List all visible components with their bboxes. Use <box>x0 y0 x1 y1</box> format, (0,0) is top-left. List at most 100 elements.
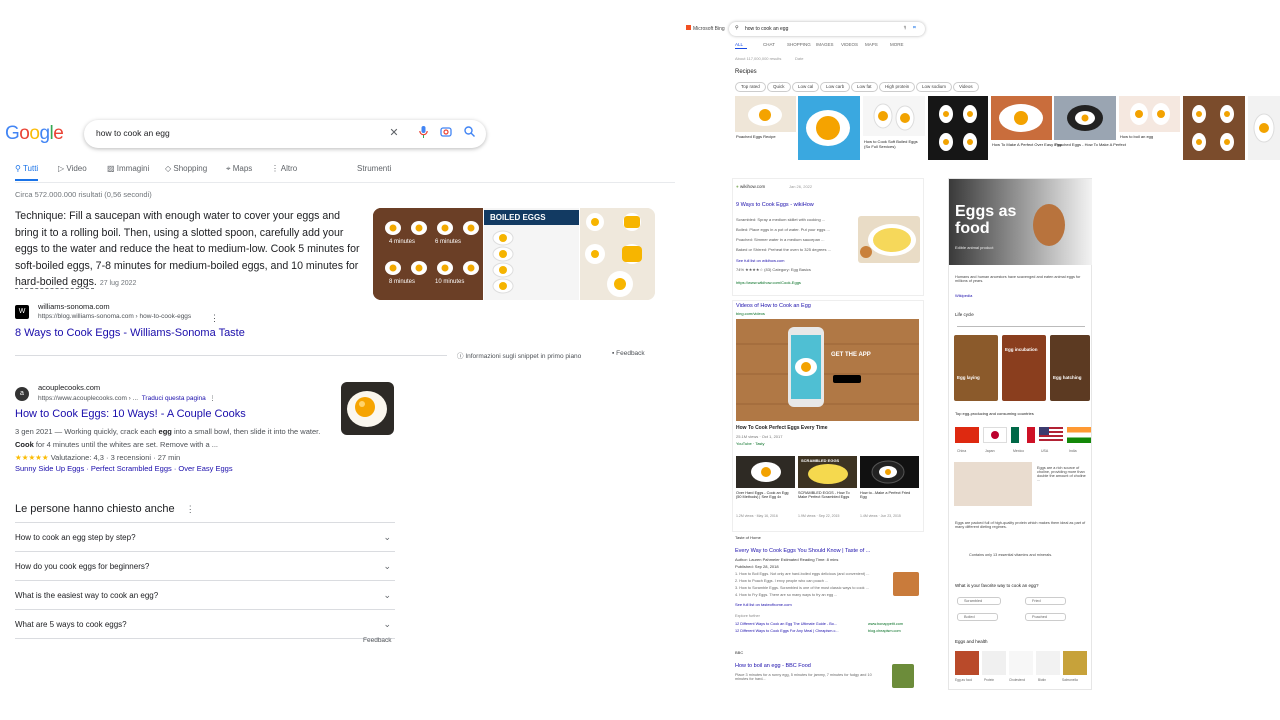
health-thumb[interactable] <box>955 651 979 675</box>
boiled-eggs-image[interactable]: BOILED EGGS <box>484 208 579 300</box>
recipe-tile[interactable] <box>928 96 988 160</box>
life-cycle-card[interactable]: Egg hatching <box>1050 335 1090 401</box>
paa-question[interactable]: What are 5 ways to cook eggs? ⌄ <box>15 610 395 639</box>
recipe-chip[interactable]: Videos <box>953 82 979 92</box>
related-link[interactable]: 12 Different Ways to Cook Eggs For Any M… <box>735 629 839 633</box>
recipe-tile[interactable]: Poached Eggs - How To Make A Perfect <box>1054 96 1126 160</box>
poll-option[interactable]: Boiled <box>957 613 998 621</box>
poll-option[interactable]: Poached <box>1025 613 1066 621</box>
video-main-title[interactable]: How To Cook Perfect Eggs Every Time <box>736 425 828 431</box>
video-thumb[interactable]: SCRAMBLED EGGS <box>798 456 857 488</box>
bing-tab-images[interactable]: IMAGES <box>816 42 834 47</box>
video-thumb-title[interactable]: SCRAMBLED EGGS - How To Make Perfect Scr… <box>798 491 856 499</box>
translate-link[interactable]: Traduci questa pagina <box>142 395 206 402</box>
result2-title-link[interactable]: How to Cook Eggs: 10 Ways! - A Couple Co… <box>15 408 246 420</box>
knowledge-hero-image[interactable]: Eggs as food Edible animal product <box>949 179 1092 265</box>
result1-title-link[interactable]: 8 Ways to Cook Eggs - Williams-Sonoma Ta… <box>15 327 245 339</box>
paa-question[interactable]: How to cook an egg step by step? ⌄ <box>15 523 395 552</box>
tab-all[interactable]: ⚲ Tutti <box>15 164 39 181</box>
paa-question[interactable]: How do you cook eggs for beginners? ⌄ <box>15 552 395 581</box>
recipe-tile[interactable]: How to boil an egg <box>1119 96 1180 160</box>
google-logo[interactable]: Google <box>5 123 64 145</box>
recipe-tile[interactable]: Poached Eggs Recipe <box>735 96 796 160</box>
tab-shopping[interactable]: ◇ Shopping <box>165 164 207 173</box>
wikihow-see-more[interactable]: See full list on wikihow.com <box>736 258 784 263</box>
more-options-icon[interactable]: ⋮ <box>210 313 219 324</box>
poll-option[interactable]: Scrambled <box>957 597 1002 605</box>
video-thumb-title[interactable]: How to...Make a Perfect Fried Egg <box>860 491 918 499</box>
search-box[interactable]: how to cook an egg ✕ <box>84 120 486 148</box>
visual-search-icon[interactable]: ⌗ <box>913 25 916 31</box>
search-icon[interactable] <box>462 126 476 140</box>
bing-tab-shopping[interactable]: SHOPPING <box>787 42 811 47</box>
recipe-tile[interactable] <box>1248 96 1280 160</box>
videos-title-link[interactable]: Videos of How to Cook an Egg <box>736 303 811 309</box>
egg-styles-image[interactable] <box>580 208 655 300</box>
bing-tab-chat[interactable]: CHAT <box>763 42 775 47</box>
life-cycle-card[interactable]: Egg laying <box>954 335 998 401</box>
japan-flag-icon[interactable] <box>983 427 1007 443</box>
video-player-thumbnail[interactable]: GET THE APP <box>736 319 919 421</box>
recipe-chip[interactable]: Low cal <box>792 82 820 92</box>
snippet-term[interactable]: hard-boiled eggs <box>15 276 94 289</box>
tab-images[interactable]: ▨ Immagini <box>107 164 149 173</box>
camera-icon[interactable] <box>439 126 453 140</box>
feedback-link[interactable]: ▪ Feedback <box>612 350 645 357</box>
feedback-link[interactable]: Feedback <box>363 637 392 644</box>
video-thumb[interactable] <box>736 456 795 488</box>
toh-see-more[interactable]: See full list on tasteofhome.com <box>735 602 792 607</box>
snippet-images[interactable]: 4 minutes 6 minutes 8 minutes 10 minutes… <box>373 208 655 300</box>
wikipedia-link[interactable]: Wikipedia <box>955 293 972 298</box>
video-thumb-title[interactable]: Over Hard Eggs - Cook an Egg (50 Methods… <box>736 491 794 499</box>
china-flag-icon[interactable] <box>955 427 979 443</box>
family-photo[interactable] <box>954 462 1032 506</box>
wikihow-title-link[interactable]: 9 Ways to Cook Eggs - wikiHow <box>736 202 814 208</box>
life-cycle-card[interactable]: Egg incubation <box>1002 335 1046 401</box>
close-icon[interactable]: ✕ <box>387 126 401 140</box>
bbc-thumbnail[interactable] <box>892 664 914 688</box>
india-flag-icon[interactable] <box>1067 427 1091 443</box>
recipe-chip[interactable]: Low sodium <box>916 82 953 92</box>
result2-sublinks[interactable]: Sunny Side Up Eggs · Perfect Scrambled E… <box>15 464 233 473</box>
related-link[interactable]: 12 Different Ways to Cook an Egg The Ult… <box>735 622 837 626</box>
health-thumb[interactable] <box>1063 651 1087 675</box>
tab-video[interactable]: ▷ Video <box>58 164 87 173</box>
about-snippets-link[interactable]: ⓘ Informazioni sugli snippet in primo pi… <box>457 350 581 360</box>
bbc-title-link[interactable]: How to boil an egg - BBC Food <box>735 663 811 669</box>
recipe-tile[interactable] <box>1183 96 1245 160</box>
result1-source[interactable]: williams-sonoma.com https://blog.williams… <box>38 302 191 320</box>
search-input[interactable]: how to cook an egg <box>96 128 170 138</box>
wikihow-url[interactable]: https://www.wikihow.com/Cook-Eggs <box>736 280 801 285</box>
bing-date-filter[interactable]: Date <box>795 56 803 61</box>
mic-icon[interactable] <box>416 126 430 140</box>
health-thumb[interactable] <box>982 651 1006 675</box>
bing-search-input[interactable]: how to cook an egg <box>745 26 788 32</box>
recipe-tile[interactable]: How to Cook Soft Boiled Eggs (So Full Se… <box>863 96 925 160</box>
recipe-chip[interactable]: Top rated <box>735 82 766 92</box>
more-options-icon[interactable]: ⋮ <box>186 504 195 514</box>
video-thumb[interactable] <box>860 456 919 488</box>
health-thumb[interactable] <box>1009 651 1033 675</box>
recipe-chip[interactable]: Quick <box>767 82 791 92</box>
health-thumb[interactable] <box>1036 651 1060 675</box>
paa-question[interactable]: What is the easiest way to cook an egg? ⌄ <box>15 581 395 610</box>
recipe-chip[interactable]: High protein <box>879 82 916 92</box>
tab-maps[interactable]: ⌖ Maps <box>226 164 252 174</box>
recipe-chip[interactable]: Low carb <box>820 82 851 92</box>
toh-title-link[interactable]: Every Way to Cook Eggs You Should Know |… <box>735 548 870 554</box>
tab-more[interactable]: ⋮ Altro <box>271 164 297 173</box>
search-icon[interactable]: ⚲ <box>735 25 739 31</box>
scrambled-egg-thumbnail[interactable] <box>858 216 920 263</box>
egg-times-image[interactable]: 4 minutes 6 minutes 8 minutes 10 minutes <box>373 208 483 300</box>
tab-tools[interactable]: Strumenti <box>357 164 391 173</box>
fried-egg-thumbnail[interactable] <box>341 382 394 435</box>
bing-tab-more[interactable]: MORE <box>890 42 904 47</box>
recipe-chip[interactable]: Low fat <box>851 82 878 92</box>
bing-tab-maps[interactable]: MAPS <box>865 42 878 47</box>
mic-icon[interactable]: ⫯ <box>904 25 906 31</box>
bing-logo[interactable]: Microsoft Bing <box>686 25 725 32</box>
toh-thumbnail[interactable] <box>893 572 919 596</box>
recipe-tile[interactable]: How To Make A Perfect Over Easy Egg <box>991 96 1061 160</box>
poll-option[interactable]: Fried <box>1025 597 1066 605</box>
mexico-flag-icon[interactable] <box>1011 427 1035 443</box>
